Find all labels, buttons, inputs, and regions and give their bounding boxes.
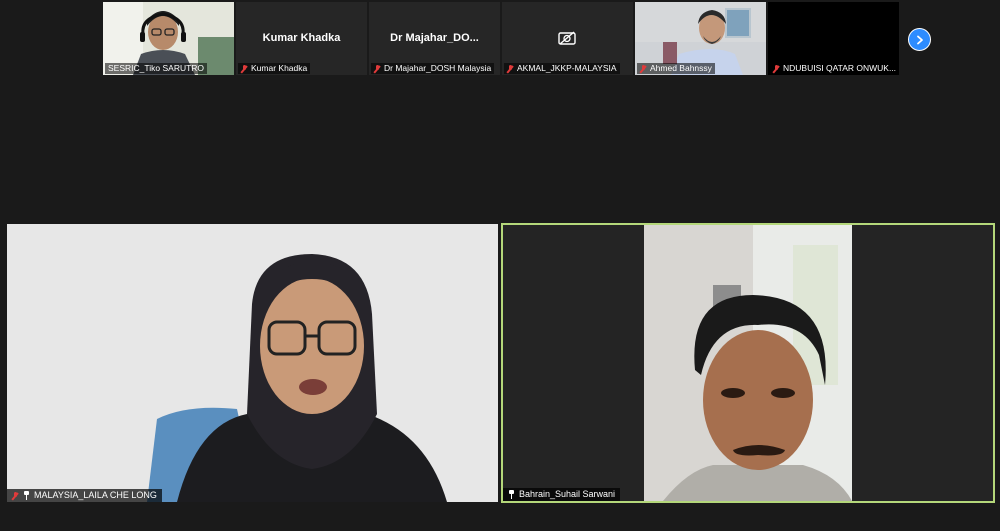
- participant-display-name: Dr Majahar_DO...: [390, 32, 479, 44]
- pin-icon: [23, 491, 30, 500]
- participant-name: Dr Majahar_DOSH Malaysia: [384, 63, 492, 73]
- pin-icon: [508, 490, 515, 499]
- participant-name-label: Kumar Khadka: [238, 63, 311, 74]
- participant-tile[interactable]: Kumar Khadka Kumar Khadka: [236, 2, 367, 75]
- speaker-video: [503, 225, 993, 501]
- participant-name: AKMAL_JKKP-MALAYSIA: [517, 63, 617, 73]
- mic-muted-icon: [241, 64, 248, 73]
- participant-tile[interactable]: NDUBUISI QATAR ONWUK...: [768, 2, 899, 75]
- speaker-name: Bahrain_Suhail Sarwani: [519, 489, 616, 499]
- speaker-name: MALAYSIA_LAILA CHE LONG: [34, 490, 157, 500]
- mic-muted-icon: [640, 64, 647, 73]
- camera-off-icon: [558, 31, 576, 45]
- next-page-button[interactable]: [908, 28, 931, 51]
- participant-display-name: Kumar Khadka: [262, 32, 341, 44]
- participant-tile[interactable]: Dr Majahar_DO... Dr Majahar_DOSH Malaysi…: [369, 2, 500, 75]
- participant-tile[interactable]: Ahmed Bahnssy: [635, 2, 766, 75]
- chevron-right-icon: [916, 35, 923, 44]
- participant-name: Ahmed Bahnssy: [650, 63, 712, 73]
- participant-name: NDUBUISI QATAR ONWUK...: [783, 63, 897, 73]
- speaker-name-label: Bahrain_Suhail Sarwani: [503, 488, 621, 501]
- participant-tile[interactable]: SESRIC_Tiko SARUTRO: [103, 2, 234, 75]
- speaker-video: [7, 224, 498, 502]
- mic-muted-icon: [12, 491, 19, 500]
- mic-muted-icon: [773, 64, 780, 73]
- participant-name-label: Dr Majahar_DOSH Malaysia: [371, 63, 495, 74]
- speaker-name-label: MALAYSIA_LAILA CHE LONG: [7, 489, 162, 502]
- participant-name-label: Ahmed Bahnssy: [637, 63, 715, 74]
- participant-name: SESRIC_Tiko SARUTRO: [108, 63, 205, 73]
- participant-tile[interactable]: AKMAL_JKKP-MALAYSIA: [502, 2, 633, 75]
- participant-name: Kumar Khadka: [251, 63, 308, 73]
- participant-name-label: NDUBUISI QATAR ONWUK...: [770, 63, 899, 74]
- participant-strip: SESRIC_Tiko SARUTRO Kumar Khadka Kumar K…: [103, 2, 899, 75]
- speaker-video-tile[interactable]: MALAYSIA_LAILA CHE LONG: [7, 224, 498, 502]
- active-speaker-video-tile[interactable]: Bahrain_Suhail Sarwani: [501, 223, 995, 503]
- participant-name-label: AKMAL_JKKP-MALAYSIA: [504, 63, 620, 74]
- mic-muted-icon: [507, 64, 514, 73]
- mic-muted-icon: [374, 64, 381, 73]
- participant-name-label: SESRIC_Tiko SARUTRO: [105, 63, 208, 74]
